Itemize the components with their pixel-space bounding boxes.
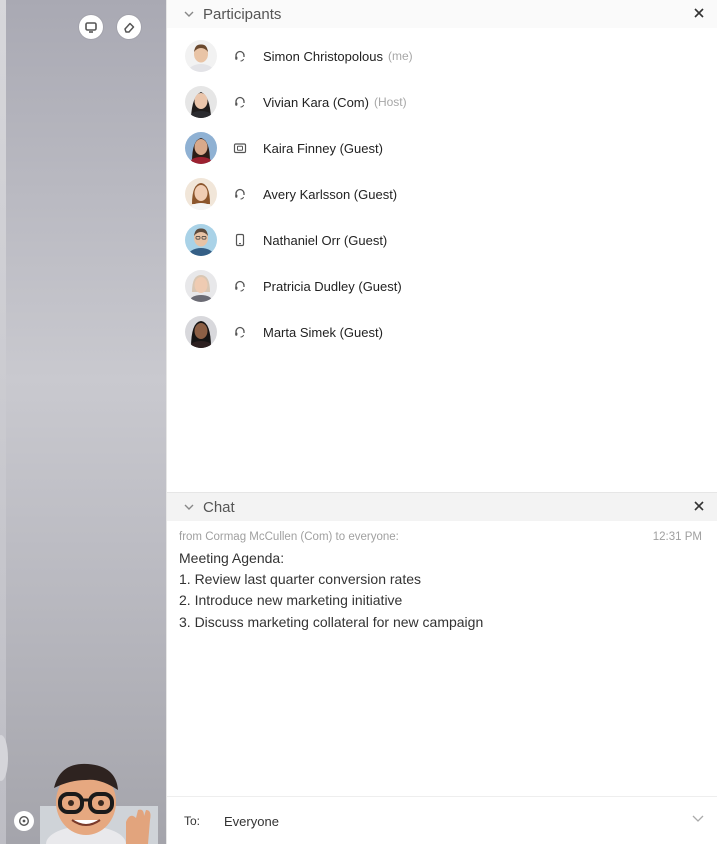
participant-row[interactable]: Marta Simek (Guest)	[185, 312, 705, 352]
avatar	[185, 224, 217, 256]
chat-header[interactable]: Chat	[167, 492, 717, 521]
participant-row[interactable]: Simon Christopolous (me)	[185, 36, 705, 76]
chat-line: 2. Introduce new marketing initiative	[179, 592, 403, 608]
participant-name: Kaira Finney (Guest)	[263, 140, 383, 156]
participant-row[interactable]: Pratricia Dudley (Guest)	[185, 266, 705, 306]
chevron-down-icon[interactable]	[183, 8, 195, 20]
participant-name: Marta Simek (Guest)	[263, 324, 383, 340]
close-icon	[694, 501, 704, 511]
chat-recipient-bar: To: Everyone	[167, 796, 717, 845]
to-label: To:	[184, 814, 201, 828]
avatar	[185, 40, 217, 72]
chevron-down-icon[interactable]	[690, 810, 706, 826]
participant-row[interactable]: Vivian Kara (Com) (Host)	[185, 82, 705, 122]
participant-name: Pratricia Dudley (Guest)	[263, 278, 402, 294]
chat-line: 1. Review last quarter conversion rates	[179, 571, 421, 587]
participant-role: (Host)	[373, 95, 407, 109]
chevron-down-icon[interactable]	[183, 501, 195, 513]
collapse-handle[interactable]	[0, 735, 8, 781]
chat-timestamp: 12:31 PM	[652, 531, 702, 543]
participant-row[interactable]: Avery Karlsson (Guest)	[185, 174, 705, 214]
headset-icon	[235, 188, 245, 200]
recipient-select[interactable]: Everyone	[224, 814, 279, 829]
video-strip	[0, 0, 166, 844]
chat-sender-meta: from Cormag McCullen (Com) to everyone:	[179, 531, 399, 543]
participants-title: Participants	[203, 5, 282, 23]
participant-row[interactable]: Nathaniel Orr (Guest)	[185, 220, 705, 260]
avatar	[185, 316, 217, 348]
participant-role: (me)	[387, 49, 413, 63]
avatar	[185, 132, 217, 164]
headset-icon	[235, 50, 245, 62]
avatar	[185, 178, 217, 210]
participant-name: Nathaniel Orr (Guest)	[263, 232, 388, 248]
chat-line: 3. Discuss marketing collateral for new …	[179, 614, 484, 630]
reaction-icon[interactable]	[14, 811, 34, 831]
close-icon	[694, 8, 704, 18]
memoji-avatar	[40, 763, 158, 844]
avatar	[185, 86, 217, 118]
participants-header[interactable]: Participants	[167, 0, 717, 28]
participant-name: Vivian Kara (Com)	[263, 94, 369, 110]
participant-name: Simon Christopolous	[263, 48, 383, 64]
chat-title: Chat	[203, 498, 235, 516]
phone-icon	[235, 233, 245, 247]
avatar	[185, 270, 217, 302]
headset-icon	[235, 96, 245, 108]
screen-share-icon[interactable]	[79, 15, 103, 39]
participant-name: Avery Karlsson (Guest)	[263, 186, 398, 202]
side-panel: Participants Simon Christopolous (me) Vi…	[166, 0, 717, 844]
participant-row[interactable]: Kaira Finney (Guest)	[185, 128, 705, 168]
eraser-icon[interactable]	[117, 15, 141, 39]
headset-icon	[235, 280, 245, 292]
headset-icon	[235, 326, 245, 338]
chat-line: Meeting Agenda:	[179, 550, 285, 566]
close-chat-button[interactable]	[688, 495, 710, 517]
close-participants-button[interactable]	[688, 2, 710, 24]
video-icon	[233, 143, 247, 154]
